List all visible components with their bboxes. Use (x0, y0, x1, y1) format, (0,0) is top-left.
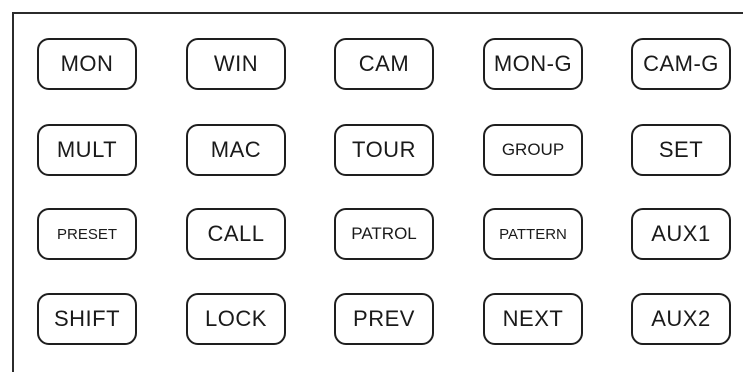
group-key[interactable]: GROUP (483, 124, 583, 176)
set-key[interactable]: SET (631, 124, 731, 176)
aux2-key[interactable]: AUX2 (631, 293, 731, 345)
cam-g-key[interactable]: CAM-G (631, 38, 731, 90)
patrol-key[interactable]: PATROL (334, 208, 434, 260)
mon-key[interactable]: MON (37, 38, 137, 90)
tour-key[interactable]: TOUR (334, 124, 434, 176)
next-key[interactable]: NEXT (483, 293, 583, 345)
aux1-key[interactable]: AUX1 (631, 208, 731, 260)
shift-key[interactable]: SHIFT (37, 293, 137, 345)
prev-key[interactable]: PREV (334, 293, 434, 345)
preset-key[interactable]: PRESET (37, 208, 137, 260)
lock-key[interactable]: LOCK (186, 293, 286, 345)
mon-g-key[interactable]: MON-G (483, 38, 583, 90)
mult-key[interactable]: MULT (37, 124, 137, 176)
cam-key[interactable]: CAM (334, 38, 434, 90)
pattern-key[interactable]: PATTERN (483, 208, 583, 260)
win-key[interactable]: WIN (186, 38, 286, 90)
mac-key[interactable]: MAC (186, 124, 286, 176)
call-key[interactable]: CALL (186, 208, 286, 260)
